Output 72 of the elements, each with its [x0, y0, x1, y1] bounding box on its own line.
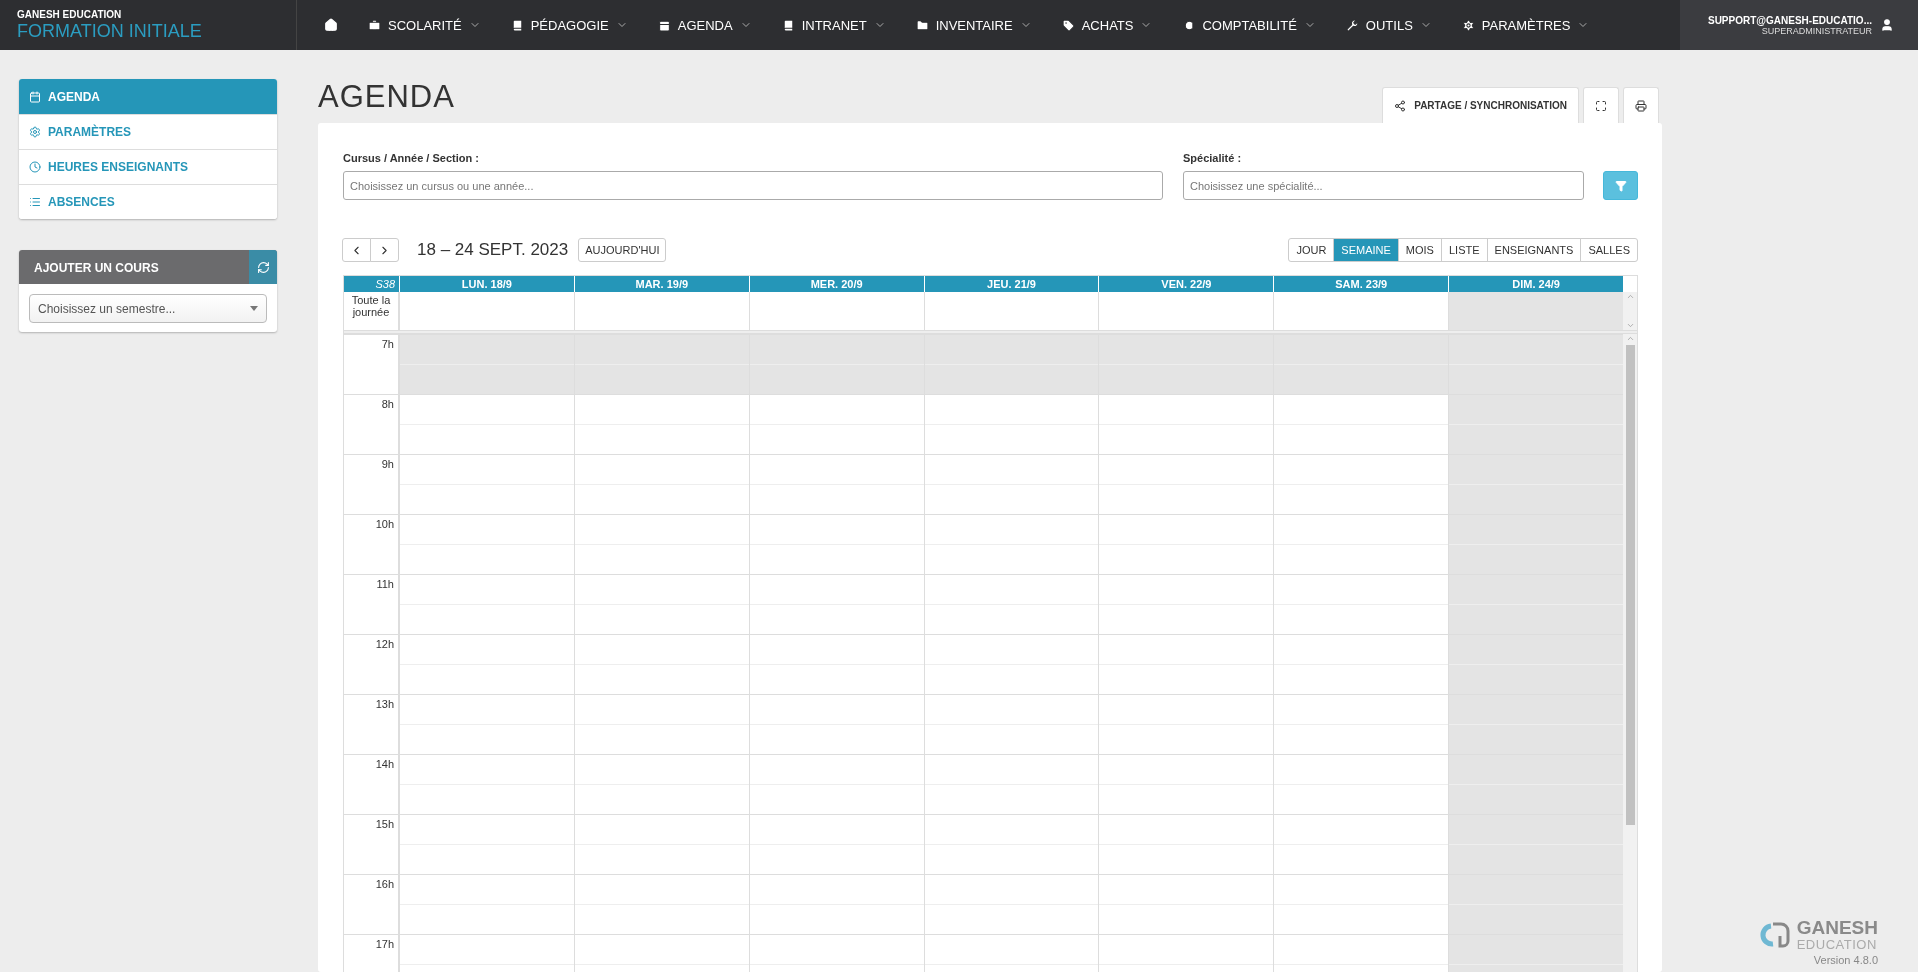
gear-icon: [1461, 18, 1475, 32]
user-role: SUPERADMINISTRATEUR: [1761, 25, 1872, 36]
filter-icon: [1614, 179, 1627, 192]
nav-menu-item[interactable]: COMPTABILITÉ: [1167, 17, 1331, 33]
view-tab[interactable]: SALLES: [1580, 238, 1638, 262]
view-tab[interactable]: JOUR: [1288, 238, 1335, 262]
logo-subtitle: EDUCATION: [1796, 937, 1878, 952]
user-icon: [1880, 18, 1894, 32]
list-icon: [29, 196, 41, 208]
user-menu[interactable]: SUPPORT@GANESH-EDUCATIO... SUPERADMINISTRATEUR: [1680, 0, 1918, 50]
calendar-icon: [29, 90, 41, 103]
calendar-icon: [657, 18, 671, 32]
nav-menu-item[interactable]: SCOLARITÉ: [353, 17, 496, 33]
day-header: LUN. 18/9: [399, 276, 574, 292]
book-icon: [510, 18, 524, 32]
week-number: S38: [344, 276, 399, 292]
brand-app-name: FORMATION INITIALE: [17, 21, 203, 42]
filter-button[interactable]: [1603, 171, 1638, 200]
book-icon: [781, 18, 795, 32]
clock-icon: [29, 161, 41, 173]
day-header: VEN. 22/9: [1098, 276, 1274, 292]
view-tab[interactable]: ENSEIGNANTS: [1486, 238, 1582, 262]
print-icon: [1635, 99, 1647, 112]
wrench-icon: [1345, 18, 1359, 32]
nav-menu-item[interactable]: INVENTAIRE: [900, 17, 1047, 33]
semester-select[interactable]: Choisissez un semestre...: [29, 294, 267, 323]
filter-label: Spécialité :: [1183, 152, 1243, 164]
version-label: Version 4.8.0: [1813, 954, 1878, 966]
day-header: SAM. 23/9: [1273, 276, 1449, 292]
view-tab[interactable]: LISTE: [1440, 238, 1488, 262]
day-header: DIM. 24/9: [1448, 276, 1623, 292]
user-email: SUPPORT@GANESH-EDUCATIO...: [1707, 14, 1872, 26]
nav-menu-item[interactable]: PÉDAGOGIE: [495, 17, 643, 33]
day-header: JEU. 21/9: [923, 276, 1099, 292]
previous-button[interactable]: [342, 238, 371, 262]
today-button[interactable]: AUJOURD'HUI: [578, 238, 667, 262]
scroll-down-icon[interactable]: [1625, 321, 1635, 330]
refresh-button[interactable]: [249, 250, 277, 284]
scroll-up-icon[interactable]: [1625, 292, 1635, 301]
nav-menu-item[interactable]: INTRANET: [766, 17, 901, 33]
date-range: 18 – 24 SEPT. 2023: [417, 240, 569, 260]
scrollbar[interactable]: [1623, 334, 1637, 972]
elephant-logo-icon: [1758, 920, 1791, 950]
logo-name: GANESH: [1796, 918, 1878, 937]
scroll-up-icon[interactable]: [1625, 334, 1635, 343]
nav-menu-item[interactable]: OUTILS: [1330, 17, 1447, 33]
view-tab[interactable]: MOIS: [1397, 238, 1442, 262]
gear-icon: [29, 126, 41, 138]
folder-icon: [915, 18, 929, 32]
scrollbar[interactable]: [1623, 292, 1637, 330]
filter-input[interactable]: Choisissez une spécialité...: [1183, 171, 1584, 200]
expand-icon: [1595, 99, 1607, 112]
brand-org: GANESH EDUCATION: [17, 9, 123, 20]
panel-title: AJOUTER UN COURS: [33, 260, 160, 277]
caret-icon: [250, 306, 258, 311]
page-title: AGENDA: [318, 79, 455, 115]
nav-menu-item[interactable]: PARAMÈTRES: [1446, 17, 1605, 33]
refresh-icon: [256, 260, 270, 274]
briefcase-icon: [368, 18, 381, 32]
home-icon: [324, 18, 338, 32]
share-icon: [1394, 99, 1407, 112]
tag-icon: [1061, 18, 1075, 32]
day-header: MAR. 19/9: [573, 276, 749, 292]
next-button[interactable]: [370, 238, 399, 262]
share-sync-button[interactable]: PARTAGE / SYNCHRONISATION: [1382, 87, 1579, 123]
day-header: MER. 20/9: [748, 276, 924, 292]
filter-input[interactable]: Choisissez un cursus ou une année...: [343, 171, 1163, 200]
filter-label: Cursus / Année / Section :: [343, 152, 480, 164]
print-button[interactable]: [1623, 87, 1659, 123]
nav-menu-item[interactable]: AGENDA: [642, 17, 767, 33]
fullscreen-button[interactable]: [1583, 87, 1619, 123]
nav-menu-item[interactable]: ACHATS: [1046, 17, 1168, 33]
